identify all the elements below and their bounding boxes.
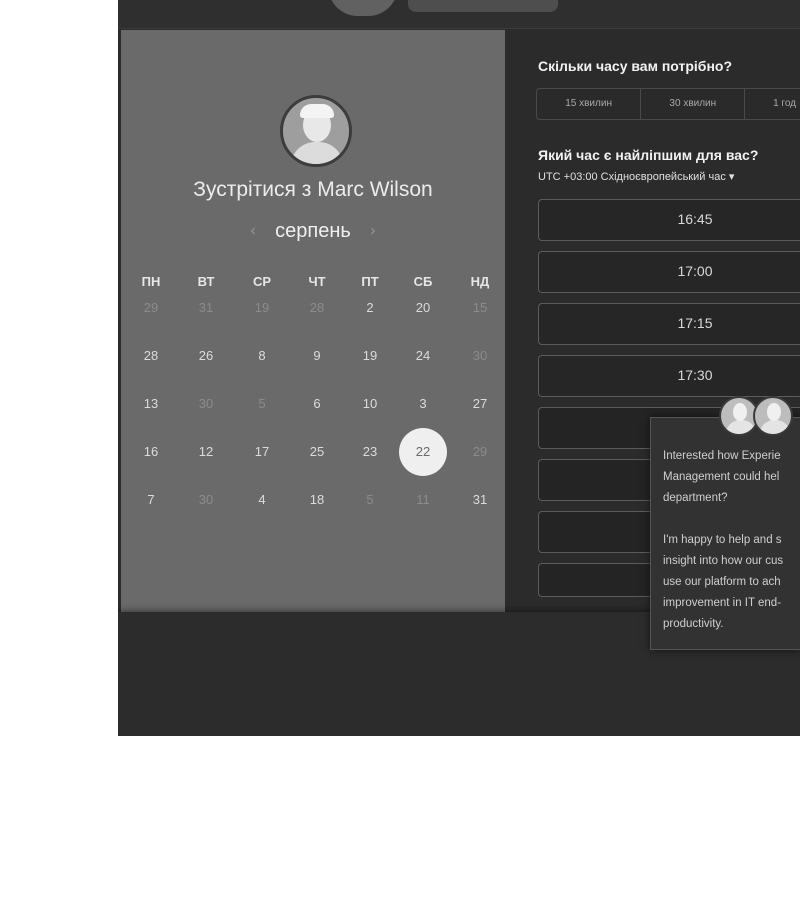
calendar-day[interactable]: 24 [403, 342, 443, 370]
timezone-select[interactable]: UTC +03:00 Східноєвропейський час ▾ [538, 170, 734, 183]
calendar-day[interactable]: 25 [297, 438, 337, 466]
calendar-day[interactable]: 2 [350, 294, 390, 322]
host-panel: Зустрітися з Marc Wilson ‹ серпень › ПН В… [121, 30, 505, 612]
chat-popup[interactable]: Interested how Experie Management could … [650, 396, 800, 650]
top-bar [118, 0, 800, 29]
calendar-day[interactable]: 6 [297, 390, 337, 418]
scheduler-app: Зустрітися з Marc Wilson ‹ серпень › ПН В… [118, 0, 800, 736]
calendar-day[interactable]: 3 [403, 390, 443, 418]
calendar-day[interactable]: 11 [403, 486, 443, 514]
weekday-label: ПТ [361, 274, 379, 289]
calendar-day[interactable]: 10 [350, 390, 390, 418]
weekday-label: ПН [141, 274, 161, 289]
calendar-day[interactable]: 5 [350, 486, 390, 514]
calendar-day[interactable]: 30 [460, 342, 500, 370]
calendar-day[interactable]: 26 [186, 342, 226, 370]
agent-avatar [753, 396, 793, 436]
chat-message: Interested how Experie Management could … [663, 450, 784, 630]
duration-option-30[interactable]: 30 хвилин [641, 89, 746, 119]
calendar-week: 13 30 5 6 10 3 27 [121, 390, 505, 420]
chevron-left-icon[interactable]: ‹ [237, 222, 270, 239]
weekday-label: НД [470, 274, 490, 289]
logo-icon [328, 0, 398, 16]
calendar-week: 29 31 19 28 2 20 15 [121, 294, 505, 324]
calendar-day[interactable]: 18 [297, 486, 337, 514]
calendar-day[interactable]: 27 [460, 390, 500, 418]
month-navigator: ‹ серпень › [121, 220, 505, 243]
calendar-day[interactable]: 23 [350, 438, 390, 466]
calendar-day[interactable]: 16 [131, 438, 171, 466]
calendar-day[interactable]: 8 [242, 342, 282, 370]
calendar-day-selected[interactable]: 22 [399, 428, 447, 476]
calendar-day[interactable]: 29 [131, 294, 171, 322]
time-question: Який час є найліпшим для вас? [538, 147, 759, 163]
logo-wordmark [408, 0, 558, 12]
weekday-label: СР [252, 274, 272, 289]
calendar-day[interactable]: 31 [186, 294, 226, 322]
calendar-day[interactable]: 29 [460, 438, 500, 466]
calendar-day[interactable]: 31 [460, 486, 500, 514]
calendar-day[interactable]: 15 [460, 294, 500, 322]
weekday-label: ЧТ [308, 274, 326, 289]
calendar-week: 28 26 8 9 19 24 30 [121, 342, 505, 372]
calendar-day[interactable]: 28 [297, 294, 337, 322]
calendar-day[interactable]: 20 [403, 294, 443, 322]
calendar-day[interactable]: 30 [186, 390, 226, 418]
calendar-week: 7 30 4 18 5 11 31 [121, 486, 505, 516]
time-slot[interactable]: 17:30 [538, 355, 800, 397]
month-label: серпень [275, 220, 351, 242]
duration-option-60[interactable]: 1 год [745, 89, 800, 119]
time-slot[interactable]: 16:45 [538, 199, 800, 241]
duration-question: Скільки часу вам потрібно? [538, 58, 733, 74]
meet-title: Зустрітися з Marc Wilson [193, 178, 433, 201]
time-slot[interactable]: 17:00 [538, 251, 800, 293]
calendar-day[interactable]: 30 [186, 486, 226, 514]
calendar-day[interactable]: 4 [242, 486, 282, 514]
calendar-day[interactable]: 19 [350, 342, 390, 370]
calendar-day[interactable]: 9 [297, 342, 337, 370]
calendar-day[interactable]: 5 [242, 390, 282, 418]
time-slot[interactable]: 17:15 [538, 303, 800, 345]
weekday-label: ВТ [197, 274, 215, 289]
host-avatar [280, 95, 352, 167]
calendar-day[interactable]: 17 [242, 438, 282, 466]
calendar-week: 16 12 17 25 23 22 29 [121, 428, 505, 476]
calendar-day[interactable]: 28 [131, 342, 171, 370]
calendar-day[interactable]: 12 [186, 438, 226, 466]
weekday-label: СБ [413, 274, 433, 289]
calendar-day[interactable]: 19 [242, 294, 282, 322]
calendar-day[interactable]: 7 [131, 486, 171, 514]
chevron-right-icon[interactable]: › [356, 222, 389, 239]
calendar-day[interactable]: 13 [131, 390, 171, 418]
duration-option-15[interactable]: 15 хвилин [537, 89, 642, 119]
duration-selector: 15 хвилин 30 хвилин 1 год [536, 88, 800, 120]
